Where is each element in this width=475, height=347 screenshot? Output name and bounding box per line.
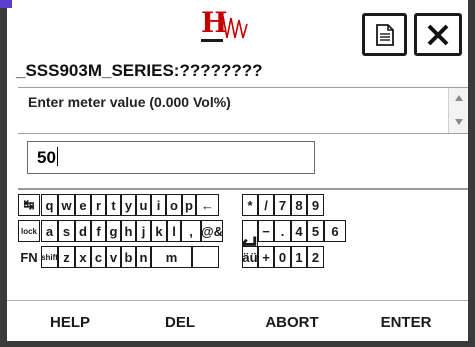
key-minus[interactable]: − xyxy=(258,220,274,242)
key-o[interactable]: o xyxy=(166,194,182,216)
app-window: H _SSS903M_SERIES:???????? Enter meter v… xyxy=(0,0,475,347)
key-l[interactable]: l xyxy=(167,220,181,242)
key-y[interactable]: y xyxy=(121,194,136,216)
key-z[interactable]: z xyxy=(58,246,75,268)
key-symbols[interactable]: @& xyxy=(201,220,223,242)
window-frame-bottom xyxy=(0,341,475,347)
scroll-down-arrow-icon[interactable] xyxy=(449,114,469,130)
key-i[interactable]: i xyxy=(151,194,166,216)
key-plus[interactable]: + xyxy=(258,246,274,268)
meter-value-text: 50 xyxy=(37,147,58,169)
page-title: _SSS903M_SERIES:???????? xyxy=(16,61,263,80)
key-x[interactable]: x xyxy=(75,246,91,268)
key-umlaut[interactable]: äü xyxy=(242,246,258,268)
tab-key[interactable]: ↹ xyxy=(18,194,40,216)
key-9[interactable]: 9 xyxy=(307,194,324,216)
key-comma[interactable]: , xyxy=(181,220,201,242)
document-button[interactable] xyxy=(362,13,407,56)
key-1[interactable]: 1 xyxy=(291,246,307,268)
window-frame-left xyxy=(0,0,7,347)
key-r[interactable]: r xyxy=(91,194,106,216)
key-7[interactable]: 7 xyxy=(274,194,291,216)
key-q[interactable]: q xyxy=(41,194,58,216)
key-5[interactable]: 5 xyxy=(307,220,324,242)
key-d[interactable]: d xyxy=(75,220,91,242)
logo-underline xyxy=(201,39,223,42)
key-b[interactable]: b xyxy=(121,246,136,268)
key-c[interactable]: c xyxy=(91,246,106,268)
abort-button[interactable]: ABORT xyxy=(242,304,342,340)
corner-marker xyxy=(0,0,12,8)
message-scrollbar[interactable] xyxy=(448,88,468,133)
key-8[interactable]: 8 xyxy=(291,194,307,216)
close-button[interactable] xyxy=(414,13,462,56)
on-screen-keyboard: ↹qwertyuiop←*/789lockasdfghjkl,@&↵−.456F… xyxy=(18,194,468,274)
key-asterisk[interactable]: * xyxy=(242,194,258,216)
space-key[interactable] xyxy=(192,246,219,268)
key-slash[interactable]: / xyxy=(258,194,274,216)
key-6[interactable]: 6 xyxy=(324,220,346,242)
key-e[interactable]: e xyxy=(75,194,91,216)
key-p[interactable]: p xyxy=(182,194,196,216)
key-g[interactable]: g xyxy=(106,220,121,242)
fn-key[interactable]: FN xyxy=(18,246,40,268)
key-j[interactable]: j xyxy=(136,220,151,242)
help-button[interactable]: HELP xyxy=(22,304,118,340)
message-area: Enter meter value (0.000 Vol%) xyxy=(18,87,468,134)
key-0[interactable]: 0 xyxy=(274,246,291,268)
key-m[interactable]: m xyxy=(151,246,192,268)
key-a[interactable]: a xyxy=(41,220,58,242)
key-v[interactable]: v xyxy=(106,246,121,268)
key-k[interactable]: k xyxy=(151,220,167,242)
footer-separator xyxy=(7,300,468,301)
meter-value-input[interactable]: 50 xyxy=(27,141,315,174)
key-h[interactable]: h xyxy=(121,220,136,242)
close-icon xyxy=(427,24,449,45)
logo-wave-icon xyxy=(222,15,248,39)
scroll-up-arrow-icon[interactable] xyxy=(449,90,469,106)
key-2[interactable]: 2 xyxy=(307,246,324,268)
text-caret xyxy=(56,147,58,166)
shift-key[interactable]: shift xyxy=(41,246,58,268)
backspace-key[interactable]: ← xyxy=(196,194,219,216)
key-s[interactable]: s xyxy=(58,220,75,242)
key-period[interactable]: . xyxy=(274,220,291,242)
logo: H xyxy=(201,8,261,42)
meter-value: 50 xyxy=(37,148,56,167)
key-n[interactable]: n xyxy=(136,246,151,268)
key-u[interactable]: u xyxy=(136,194,151,216)
key-t[interactable]: t xyxy=(106,194,121,216)
enter-button[interactable]: ENTER xyxy=(352,304,460,340)
caps-lock-key[interactable]: lock xyxy=(18,220,40,242)
prompt-text: Enter meter value (0.000 Vol%) xyxy=(28,94,231,110)
document-icon xyxy=(375,23,394,46)
key-w[interactable]: w xyxy=(58,194,75,216)
keyboard-separator xyxy=(18,188,468,190)
window-frame-right xyxy=(468,0,475,347)
key-f[interactable]: f xyxy=(91,220,106,242)
key-4[interactable]: 4 xyxy=(291,220,307,242)
del-button[interactable]: DEL xyxy=(128,304,232,340)
